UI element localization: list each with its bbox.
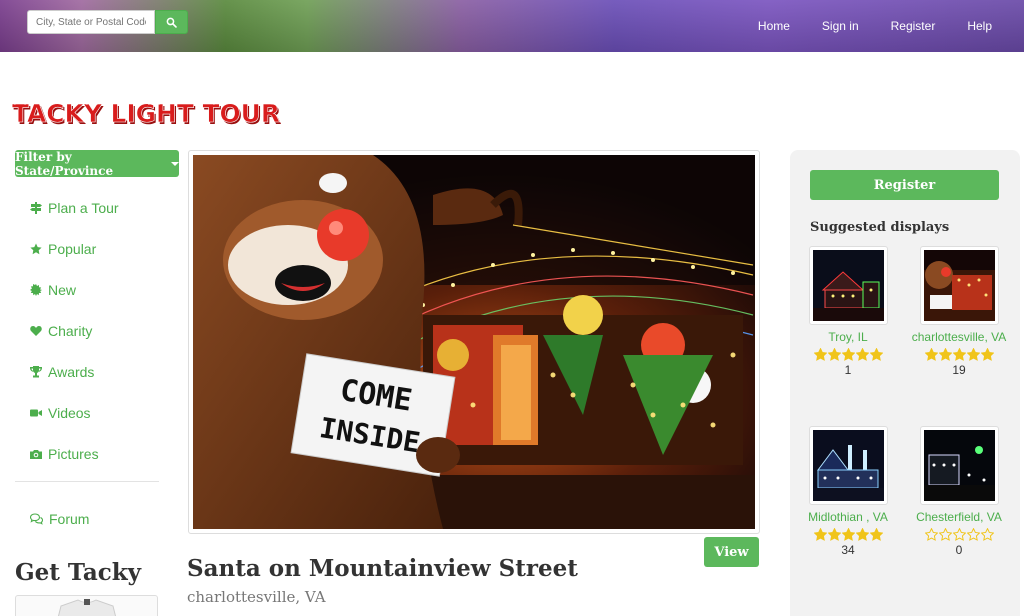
reindeer-lights-image: COME INSIDE [193,155,755,529]
sidebar-item-pictures[interactable]: Pictures [30,433,119,474]
suggested-display-thumbnail[interactable] [808,426,888,505]
star-rating [909,528,1009,541]
sidebar-item-label: Pictures [48,445,99,462]
trophy-icon [30,365,42,377]
sidebar-item-label: New [48,281,77,298]
suggested-display-thumbnail[interactable] [919,246,999,325]
star-filled-icon [869,528,883,541]
star-filled-icon [980,348,994,361]
filter-label: Filter by State/Province [15,149,114,178]
suggested-display-card[interactable]: Chesterfield, VA 0 [909,426,1009,557]
nav-register[interactable]: Register [891,19,936,33]
star-filled-icon [924,348,938,361]
featured-display-photo[interactable]: COME INSIDE [188,150,760,534]
sidebar-menu: Plan a Tour Popular New Charity Awards V… [30,187,119,474]
suggested-display-card[interactable]: Troy, IL 1 [798,246,898,377]
sidebar-item-label: Awards [48,363,95,380]
rating-count: 0 [955,543,963,557]
nav-help[interactable]: Help [967,19,992,33]
rating-count: 1 [844,363,852,377]
star-filled-icon [827,528,841,541]
main-nav: Home Sign in Register Help [758,19,992,33]
star-filled-icon [869,348,883,361]
top-navbar: Home Sign in Register Help [0,0,1024,52]
sidebar-item-label: Videos [48,404,91,421]
heart-icon [30,325,42,336]
star-rating [909,348,1009,361]
house-lights-image [923,430,995,501]
suggested-display-card[interactable]: charlottesville, VA 19 [909,246,1009,377]
site-logo[interactable]: TACKY LIGHT TOUR TACKY LIGHT TOUR [8,92,288,132]
star-filled-icon [813,528,827,541]
search-icon [166,17,177,28]
suggested-display-location: Midlothian , VA [808,510,888,524]
star-filled-icon [966,348,980,361]
svg-text:TACKY LIGHT TOUR: TACKY LIGHT TOUR [12,99,280,128]
search-input[interactable] [27,10,155,34]
star-filled-icon [855,528,869,541]
suggested-display-location: charlottesville, VA [911,330,1007,344]
star-filled-icon [952,348,966,361]
display-location: charlottesville, VA [187,588,326,606]
sidebar-item-charity[interactable]: Charity [30,310,119,351]
suggested-display-card[interactable]: Midlothian , VA 34 [798,426,898,557]
sidebar-item-popular[interactable]: Popular [30,228,119,269]
star-filled-icon [938,348,952,361]
sidebar-item-label: Plan a Tour [48,199,119,216]
get-tacky-heading: Get Tacky [15,559,142,586]
nav-sign-in[interactable]: Sign in [822,19,859,33]
suggested-displays-heading: Suggested displays [810,220,950,235]
star-empty-icon [952,528,966,541]
caret-down-icon [171,161,179,166]
view-button[interactable]: View [704,537,759,567]
star-empty-icon [980,528,994,541]
reindeer-lights-thumbnail [923,250,995,321]
star-icon [30,243,42,254]
suggested-display-thumbnail[interactable] [919,426,999,505]
merch-thumbnail[interactable] [15,595,158,616]
forum-label: Forum [49,511,90,527]
star-rating [798,348,898,361]
blue-lights-image [812,430,884,501]
house-lights-image [812,250,884,321]
nav-home[interactable]: Home [758,19,790,33]
sidebar-item-videos[interactable]: Videos [30,392,119,433]
register-button[interactable]: Register [810,170,999,200]
signpost-icon [30,201,42,214]
star-empty-icon [938,528,952,541]
suggested-display-location: Troy, IL [828,330,868,344]
sidebar-item-forum[interactable]: Forum [30,511,89,527]
sidebar-item-new[interactable]: New [30,269,119,310]
tshirt-image [57,599,117,616]
star-empty-icon [924,528,938,541]
star-filled-icon [841,348,855,361]
search-button[interactable] [155,10,188,34]
display-title: Santa on Mountainview Street [187,555,578,582]
suggested-display-location: Chesterfield, VA [916,510,1002,524]
video-camera-icon [30,409,42,416]
sidebar-divider [15,481,159,482]
star-filled-icon [855,348,869,361]
star-empty-icon [966,528,980,541]
filter-by-state-button[interactable]: Filter by State/Province [15,149,179,178]
sidebar-item-awards[interactable]: Awards [30,351,119,392]
star-filled-icon [827,348,841,361]
sidebar-item-label: Charity [48,322,93,339]
search-bar [27,10,188,34]
sidebar-item-label: Popular [48,240,97,257]
sidebar-item-plan-a-tour[interactable]: Plan a Tour [30,187,119,228]
suggested-display-thumbnail[interactable] [808,246,888,325]
star-rating [798,528,898,541]
star-filled-icon [813,348,827,361]
camera-icon [30,449,42,459]
burst-icon [30,283,42,296]
star-filled-icon [841,528,855,541]
rating-count: 34 [841,543,855,557]
rating-count: 19 [952,363,966,377]
comments-icon [30,513,43,525]
